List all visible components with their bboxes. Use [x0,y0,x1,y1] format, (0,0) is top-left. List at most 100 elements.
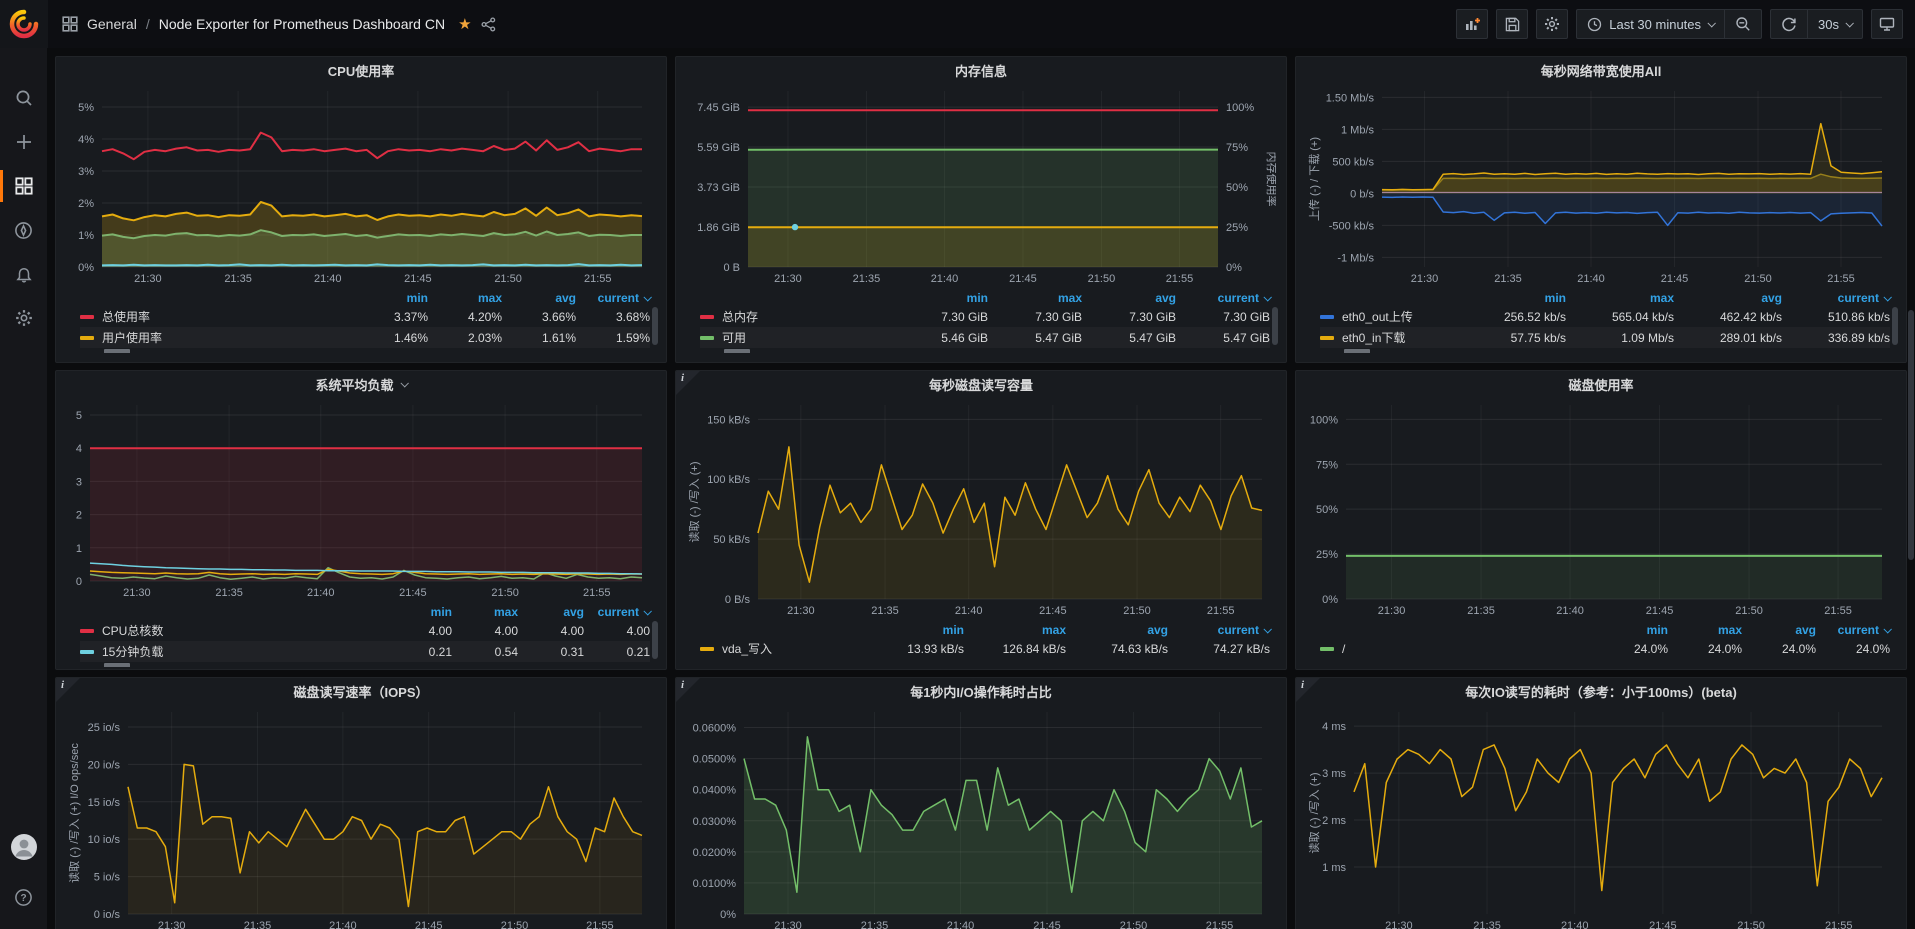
legend-series-toggle[interactable]: 可用 [700,329,894,346]
panel-info-icon[interactable]: i [676,678,700,702]
legend-sort-avg[interactable]: avg [1066,623,1168,637]
legend-sort-max[interactable]: max [964,623,1066,637]
panel-info-icon[interactable]: i [676,371,700,395]
legend-value: 5.47 GiB [988,331,1082,345]
io-latency-chart[interactable]: 4 ms3 ms2 ms1 ms21:3021:3521:4021:4521:5… [1306,704,1896,929]
legend-series-toggle[interactable]: eth0_out上传 [1320,308,1458,325]
legend-sort-min[interactable]: min [1594,623,1668,637]
panel-title[interactable]: 磁盘使用率 [1306,371,1896,397]
legend-scrollbar[interactable] [1892,307,1898,345]
legend-sort-current[interactable]: current [1176,291,1270,305]
legend-sort-max[interactable]: max [988,291,1082,305]
legend-value: 74.63 kB/s [1066,642,1168,656]
x-axis-tick-label: 21:45 [415,920,443,929]
legend-sort-max[interactable]: max [428,291,502,305]
legend-sort-min[interactable]: min [386,605,452,619]
legend-sort-max[interactable]: max [1566,291,1674,305]
refresh-interval-picker[interactable]: 30s [1807,10,1862,38]
legend-series-toggle[interactable]: 总内存 [700,308,894,325]
sidebar-item-create[interactable] [0,120,47,164]
legend-sort-avg[interactable]: avg [502,291,576,305]
y-axis-tick-label: 1% [78,230,94,242]
legend-sort-avg[interactable]: avg [1674,291,1782,305]
x-axis-tick-label: 21:55 [1166,273,1194,285]
legend-sort-avg[interactable]: avg [1742,623,1816,637]
time-range-picker[interactable]: Last 30 minutes [1577,10,1724,38]
legend-series-toggle[interactable]: 15分钟负载 [80,643,386,660]
legend-sort-current[interactable]: current [1782,291,1890,305]
legend-series-toggle[interactable]: / [1320,642,1594,656]
legend-sort-min[interactable]: min [354,291,428,305]
cpu-usage-chart[interactable]: 5%4%3%2%1%0%21:3021:3521:4021:4521:5021:… [66,83,656,287]
panel-title[interactable]: 内存信息 [686,57,1276,83]
series-fill [1382,193,1882,226]
legend-sort-current[interactable]: current [1816,623,1890,637]
legend-sort-max[interactable]: max [1668,623,1742,637]
panel-title[interactable]: CPU使用率 [66,57,656,83]
add-panel-button[interactable] [1456,9,1488,39]
legend-sort-current[interactable]: current [1168,623,1270,637]
legend-value: 24.0% [1668,642,1742,656]
sidebar-item-help[interactable]: ? [0,875,47,919]
refresh-icon [1781,16,1797,32]
panel-title[interactable]: 系统平均负载 [66,371,656,397]
legend-sort-avg[interactable]: avg [518,605,584,619]
disk-iops-chart[interactable]: 25 io/s20 io/s15 io/s10 io/s5 io/s0 io/s… [66,704,656,929]
zoom-out-button[interactable] [1724,10,1761,38]
dashboard-title[interactable]: Node Exporter for Prometheus Dashboard C… [159,16,445,32]
y-axis-tick-label: 5 [76,410,82,422]
legend-series-toggle[interactable]: vda_写入 [700,640,862,657]
sidebar-item-explore[interactable] [0,208,47,252]
sidebar-item-configuration[interactable] [0,296,47,340]
legend-scrollbar[interactable] [1272,307,1278,345]
sidebar-item-search[interactable] [0,76,47,120]
cpu-usage-legend: minmaxavgcurrent总使用率3.37%4.20%3.66%3.68%… [66,289,656,353]
disk-usage-chart[interactable]: 100%75%50%25%0%21:3021:3521:4021:4521:50… [1306,397,1896,619]
panel-title[interactable]: 每次IO读写的耗时（参考：小于100ms）(beta) [1306,678,1896,704]
gear-icon [1544,16,1560,32]
legend-scrollbar[interactable] [652,621,658,659]
memory-info-chart[interactable]: 7.45 GiB5.59 GiB3.73 GiB1.86 GiB0 B21:30… [686,83,1276,287]
legend-value: 126.84 kB/s [964,642,1066,656]
dashboard-settings-button[interactable] [1536,9,1568,39]
y-axis-tick-label: -500 kb/s [1329,220,1375,232]
user-avatar[interactable] [0,825,47,869]
system-load-chart[interactable]: 54321021:3021:3521:4021:4521:5021:55 [66,397,656,601]
panel-title[interactable]: 每秒磁盘读写容量 [686,371,1276,397]
network-bandwidth-chart[interactable]: 1.50 Mb/s1 Mb/s500 kb/s0 b/s-500 kb/s-1 … [1306,83,1896,287]
page-scrollbar[interactable] [1908,310,1914,560]
disk-rw-capacity-chart[interactable]: 150 kB/s100 kB/s50 kB/s0 B/s21:3021:3521… [686,397,1276,619]
panel-info-icon[interactable]: i [56,678,80,702]
share-icon[interactable] [481,17,496,32]
panel-title[interactable]: 磁盘读写速率（IOPS） [66,678,656,704]
panel-title[interactable]: 每1秒内I/O操作耗时占比 [686,678,1276,704]
panel-title[interactable]: 每秒网络带宽使用All [1306,57,1896,83]
sidebar-item-dashboards[interactable] [0,164,47,208]
x-axis-tick-label: 21:50 [494,273,522,285]
favorite-star-icon[interactable]: ★ [458,15,471,33]
breadcrumb-folder[interactable]: General [87,16,137,32]
kiosk-mode-button[interactable] [1871,9,1903,39]
legend-series-toggle[interactable]: eth0_in下载 [1320,329,1458,346]
panel-menu-chevron-icon[interactable] [400,379,408,387]
legend-series-toggle[interactable]: CPU总核数 [80,622,386,639]
legend-series-toggle[interactable]: 用户使用率 [80,329,354,346]
save-dashboard-button[interactable] [1496,9,1528,39]
legend-sort-min[interactable]: min [894,291,988,305]
grafana-logo[interactable] [0,0,48,48]
legend-sort-min[interactable]: min [862,623,964,637]
legend-value: 7.30 GiB [988,310,1082,324]
panel-info-icon[interactable]: i [1296,678,1320,702]
legend-sort-min[interactable]: min [1458,291,1566,305]
legend-sort-current[interactable]: current [576,291,650,305]
legend-sort-current[interactable]: current [584,605,650,619]
sidebar-item-alerting[interactable] [0,252,47,296]
refresh-button[interactable] [1771,10,1807,38]
legend-sort-avg[interactable]: avg [1082,291,1176,305]
io-time-ratio-chart[interactable]: 0.0600%0.0500%0.0400%0.0300%0.0200%0.010… [686,704,1276,929]
legend-sort-max[interactable]: max [452,605,518,619]
x-axis-tick-label: 21:40 [947,920,975,929]
legend-row: /24.0%24.0%24.0%24.0% [1320,638,1890,659]
legend-scrollbar[interactable] [652,307,658,345]
legend-series-toggle[interactable]: 总使用率 [80,308,354,325]
